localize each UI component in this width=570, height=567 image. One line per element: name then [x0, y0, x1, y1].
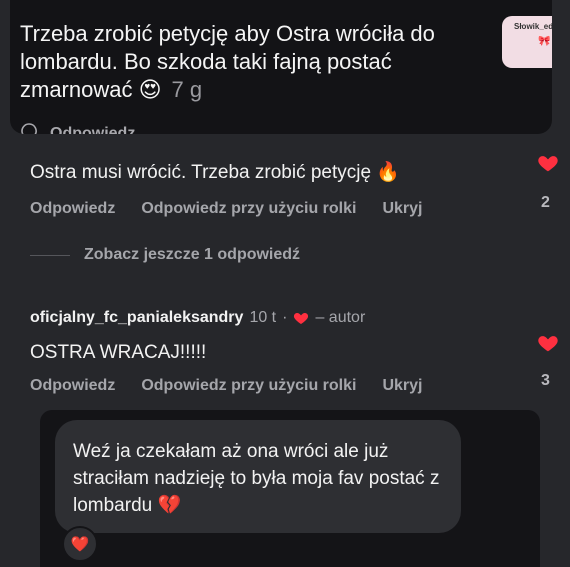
sticker-thumbnail[interactable]: Słowik_eda 🎀 [502, 16, 552, 68]
heart-icon[interactable] [537, 332, 559, 354]
quoted-reply-row: Odpowiedz [20, 122, 135, 134]
quoted-comment-text: Trzeba zrobić petycję aby Ostra wróciła … [20, 20, 490, 104]
comment1-actions: Odpowiedz Odpowiedz przy użyciu rolki Uk… [30, 200, 423, 218]
username[interactable]: oficjalny_fc_panialeksandry [30, 309, 243, 327]
comment-time: 10 t [249, 309, 277, 326]
heart-small-icon [294, 313, 309, 324]
comment1-text: Ostra musi wrócić. Trzeba zrobić petycję… [30, 162, 400, 183]
quoted-comment-card: Trzeba zrobić petycję aby Ostra wróciła … [10, 0, 552, 134]
comment2-text: OSTRA WRACAJ!!!!! [30, 342, 207, 363]
heart-icon[interactable] [537, 152, 559, 174]
see-more-label[interactable]: Zobacz jeszcze 1 odpowiedź [84, 246, 300, 264]
reaction-heart-icon: ❤️ [70, 536, 90, 553]
hide-button[interactable]: Ukryj [382, 200, 422, 218]
quoted-comment-time: 7 g [171, 77, 203, 102]
reply-with-reel-button[interactable]: Odpowiedz przy użyciu rolki [141, 377, 356, 395]
comment2-header: oficjalny_fc_panialeksandry 10 t · – aut… [30, 309, 365, 327]
reply-button[interactable]: Odpowiedz [30, 200, 115, 218]
comment2-actions: Odpowiedz Odpowiedz przy użyciu rolki Uk… [30, 377, 423, 395]
quoted-reply-button[interactable]: Odpowiedz [50, 125, 135, 135]
message-text: Weź ja czekałam aż ona wróci ale już str… [73, 441, 440, 516]
reply-card: Weź ja czekałam aż ona wróci ale już str… [40, 410, 540, 567]
author-label: – autor [315, 309, 366, 326]
reply-with-reel-button[interactable]: Odpowiedz przy użyciu rolki [141, 200, 356, 218]
sticker-label: Słowik_eda [514, 22, 552, 31]
bow-icon: 🎀 [538, 36, 551, 47]
message-bubble[interactable]: Weź ja czekałam aż ona wróci ale już str… [55, 420, 461, 533]
dot-separator: · [282, 309, 288, 326]
reaction-badge[interactable]: ❤️ [62, 526, 98, 562]
comment-icon[interactable] [20, 122, 38, 134]
divider [30, 254, 70, 256]
see-more-replies[interactable]: Zobacz jeszcze 1 odpowiedź [30, 246, 300, 264]
quoted-comment-body: Trzeba zrobić petycję aby Ostra wróciła … [20, 21, 435, 102]
like-count: 3 [541, 372, 550, 389]
like-count: 2 [541, 194, 550, 211]
hide-button[interactable]: Ukryj [382, 377, 422, 395]
reply-button[interactable]: Odpowiedz [30, 377, 115, 395]
